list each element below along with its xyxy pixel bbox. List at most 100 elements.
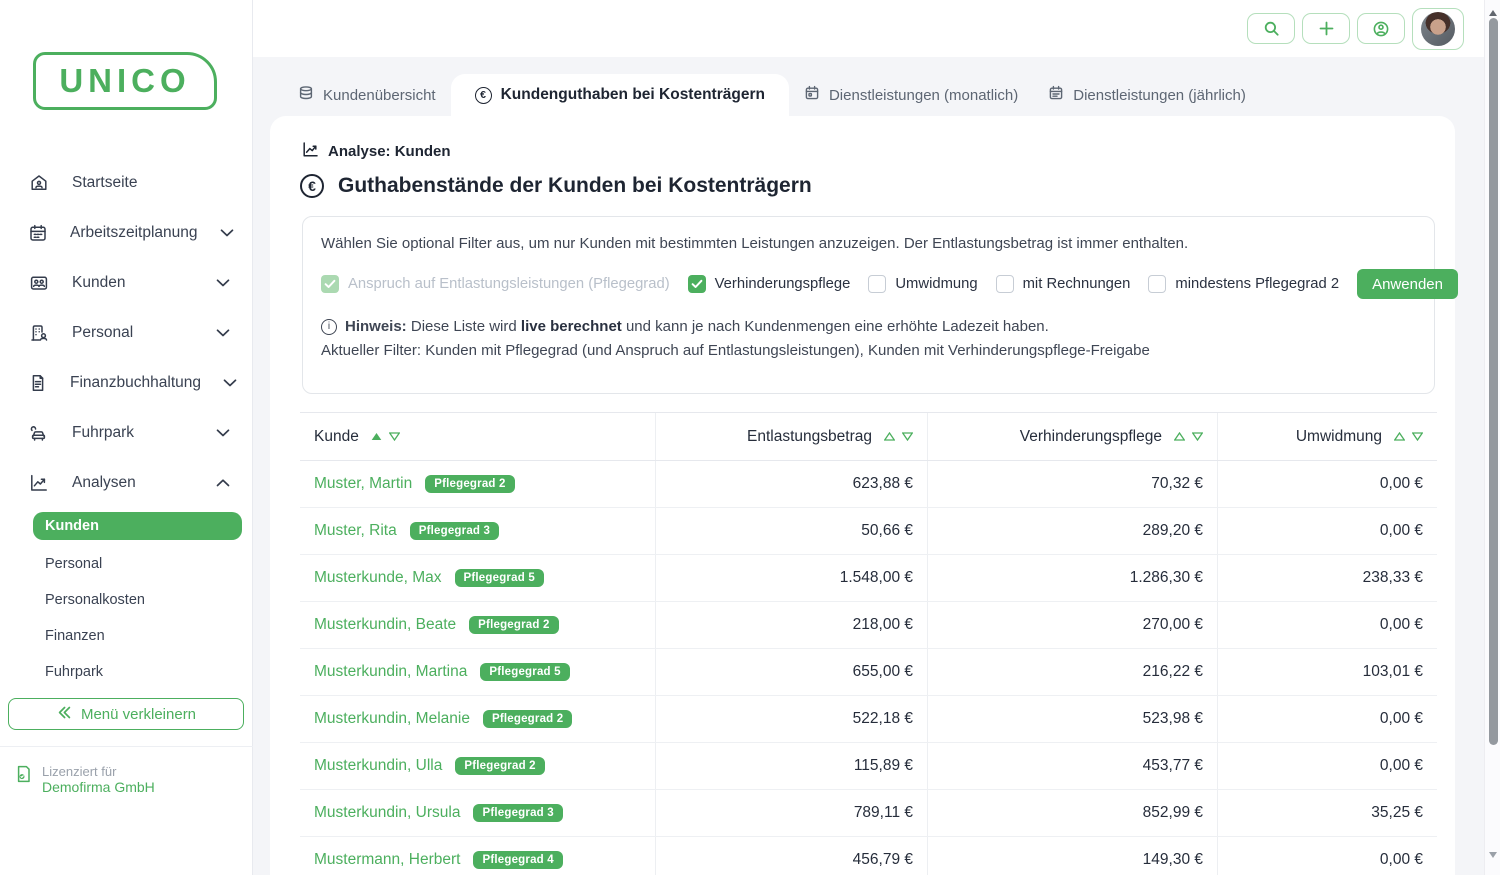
avatar bbox=[1421, 12, 1455, 46]
current-filter-text: Aktueller Filter: Kunden mit Pflegegrad … bbox=[321, 342, 1416, 359]
calendar-month-icon bbox=[804, 85, 820, 105]
checkbox-umwidmung[interactable]: Umwidmung bbox=[868, 275, 977, 293]
app-window: Kundenübersicht € Kundenguthaben bei Kos… bbox=[0, 0, 1500, 875]
entlastungsbetrag-cell: 522,18 € bbox=[655, 696, 927, 742]
table-row: Musterkundin, MartinaPflegegrad 5 655,00… bbox=[300, 649, 1437, 696]
customer-link[interactable]: Mustermann, Herbert bbox=[314, 851, 460, 869]
submenu-item-kunden[interactable]: Kunden bbox=[33, 512, 242, 540]
customer-link[interactable]: Muster, Martin bbox=[314, 475, 412, 493]
pflegegrad-badge: Pflegegrad 3 bbox=[410, 522, 499, 540]
finance-doc-icon bbox=[28, 373, 48, 393]
plus-icon bbox=[1318, 20, 1335, 37]
tab-kundenuebersicht[interactable]: Kundenübersicht bbox=[283, 74, 451, 116]
double-chevron-left-icon bbox=[56, 706, 71, 723]
customer-cell: Muster, Rita Pflegegrad 3 bbox=[300, 508, 655, 554]
sort-desc-icon[interactable] bbox=[389, 432, 400, 441]
verhinderungspflege-cell: 289,20 € bbox=[927, 508, 1217, 554]
submenu-item-personalkosten[interactable]: Personalkosten bbox=[33, 582, 242, 618]
checkbox-mindestens-pflegegrad-2[interactable]: mindestens Pflegegrad 2 bbox=[1148, 275, 1339, 293]
tab-label: Dienstleistungen (monatlich) bbox=[829, 87, 1018, 104]
tab-dienstleistungen-monatlich[interactable]: Dienstleistungen (monatlich) bbox=[789, 74, 1033, 116]
chevron-down-icon bbox=[216, 429, 230, 437]
search-button[interactable] bbox=[1247, 13, 1295, 44]
submenu-item-personal[interactable]: Personal bbox=[33, 546, 242, 582]
collapse-menu-button[interactable]: Menü verkleinern bbox=[8, 698, 244, 730]
table-row: Musterkundin, BeatePflegegrad 2 218,00 €… bbox=[300, 602, 1437, 649]
chevron-down-icon bbox=[216, 329, 230, 337]
customer-link[interactable]: Muster, Rita bbox=[314, 522, 397, 540]
filter-checkbox-row: Anspruch auf Entlastungsleistungen (Pfle… bbox=[321, 269, 1416, 299]
calendar-icon bbox=[28, 223, 48, 243]
license-text: Lizenziert für Demofirma GmbH bbox=[42, 764, 155, 795]
tab-dienstleistungen-jaehrlich[interactable]: Dienstleistungen (jährlich) bbox=[1033, 74, 1261, 116]
euro-circle-icon: € bbox=[300, 174, 324, 198]
scrollbar-thumb[interactable] bbox=[1489, 18, 1498, 745]
umwidmung-cell: 0,00 € bbox=[1217, 743, 1437, 789]
tab-label: Dienstleistungen (jährlich) bbox=[1073, 87, 1246, 104]
sort-asc-icon[interactable] bbox=[371, 432, 382, 441]
sidebar-item-fuhrpark[interactable]: Fuhrpark bbox=[0, 408, 252, 458]
sort-desc-icon[interactable] bbox=[902, 432, 913, 441]
customer-link[interactable]: Musterkundin, Melanie bbox=[314, 710, 470, 728]
submenu-item-fuhrpark[interactable]: Fuhrpark bbox=[33, 654, 242, 690]
content-card: Analyse: Kunden € Guthabenstände der Kun… bbox=[270, 116, 1455, 875]
license-company: Demofirma GmbH bbox=[42, 779, 155, 795]
customer-cell: Mustermann, HerbertPflegegrad 4 bbox=[300, 837, 655, 875]
verhinderungspflege-cell: 852,99 € bbox=[927, 790, 1217, 836]
sidebar-item-kunden[interactable]: Kunden bbox=[0, 258, 252, 308]
sort-desc-icon[interactable] bbox=[1412, 432, 1423, 441]
verhinderungspflege-cell: 523,98 € bbox=[927, 696, 1217, 742]
info-icon: i bbox=[321, 319, 337, 335]
sort-asc-icon[interactable] bbox=[1394, 432, 1405, 441]
entlastungsbetrag-cell: 623,88 € bbox=[655, 461, 927, 507]
scroll-down-icon[interactable] bbox=[1488, 847, 1498, 857]
sidebar-item-label: Analysen bbox=[72, 474, 136, 492]
pflegegrad-badge: Pflegegrad 5 bbox=[455, 569, 544, 587]
hint-text: Hinweis: Diese Liste wird live berechnet… bbox=[345, 318, 1049, 335]
sidebar-item-startseite[interactable]: Startseite bbox=[0, 158, 252, 208]
collapse-menu-label: Menü verkleinern bbox=[81, 706, 196, 723]
submenu-item-finanzen[interactable]: Finanzen bbox=[33, 618, 242, 654]
customer-link[interactable]: Musterkundin, Martina bbox=[314, 663, 467, 681]
page-title: € Guthabenstände der Kunden bei Kostentr… bbox=[300, 174, 812, 198]
checkbox-label: mindestens Pflegegrad 2 bbox=[1175, 276, 1339, 292]
license-info: Lizenziert für Demofirma GmbH bbox=[14, 764, 155, 795]
sort-asc-icon[interactable] bbox=[884, 432, 895, 441]
checkbox-mit-rechnungen[interactable]: mit Rechnungen bbox=[996, 275, 1131, 293]
tab-kundenguthaben[interactable]: € Kundenguthaben bei Kostenträgern bbox=[451, 74, 789, 116]
search-icon bbox=[1263, 20, 1280, 37]
verhinderungspflege-cell: 70,32 € bbox=[927, 461, 1217, 507]
sort-asc-icon[interactable] bbox=[1174, 432, 1185, 441]
apply-button[interactable]: Anwenden bbox=[1357, 269, 1458, 299]
sort-controls bbox=[884, 432, 913, 441]
verhinderungspflege-cell: 1.286,30 € bbox=[927, 555, 1217, 601]
customer-cell: Musterkundin, MartinaPflegegrad 5 bbox=[300, 649, 655, 695]
customer-link[interactable]: Musterkundin, Beate bbox=[314, 616, 456, 634]
sort-desc-icon[interactable] bbox=[1192, 432, 1203, 441]
customer-link[interactable]: Musterkundin, Ulla bbox=[314, 757, 442, 775]
verhinderungspflege-cell: 216,22 € bbox=[927, 649, 1217, 695]
sidebar-item-arbeitszeitplanung[interactable]: Arbeitszeitplanung bbox=[0, 208, 252, 258]
sidebar-item-analysen[interactable]: Analysen bbox=[0, 458, 252, 508]
umwidmung-cell: 0,00 € bbox=[1217, 837, 1437, 875]
customer-cell: Musterkundin, MelaniePflegegrad 2 bbox=[300, 696, 655, 742]
customer-link[interactable]: Musterkundin, Ursula bbox=[314, 804, 460, 822]
analytics-icon bbox=[302, 141, 319, 162]
column-label: Entlastungsbetrag bbox=[747, 428, 872, 446]
sidebar-item-personal[interactable]: Personal bbox=[0, 308, 252, 358]
add-button[interactable] bbox=[1302, 13, 1350, 44]
license-icon bbox=[14, 764, 33, 789]
pflegegrad-badge: Pflegegrad 2 bbox=[425, 475, 514, 493]
checkbox-label: Anspruch auf Entlastungsleistungen (Pfle… bbox=[348, 276, 670, 292]
umwidmung-cell: 0,00 € bbox=[1217, 508, 1437, 554]
sidebar-item-finanzbuchhaltung[interactable]: Finanzbuchhaltung bbox=[0, 358, 252, 408]
customer-cell: Musterkundin, UrsulaPflegegrad 3 bbox=[300, 790, 655, 836]
account-button[interactable] bbox=[1357, 13, 1405, 44]
analysen-submenu: Kunden Personal Personalkosten Finanzen … bbox=[0, 508, 252, 690]
checkbox-anspruch-entlastungsleistungen[interactable]: Anspruch auf Entlastungsleistungen (Pfle… bbox=[321, 275, 670, 293]
checkbox-verhinderungspflege[interactable]: Verhinderungspflege bbox=[688, 275, 851, 293]
verhinderungspflege-cell: 149,30 € bbox=[927, 837, 1217, 875]
scroll-up-icon[interactable] bbox=[1488, 5, 1498, 15]
avatar-button[interactable] bbox=[1412, 8, 1464, 50]
customer-link[interactable]: Musterkunde, Max bbox=[314, 569, 442, 587]
